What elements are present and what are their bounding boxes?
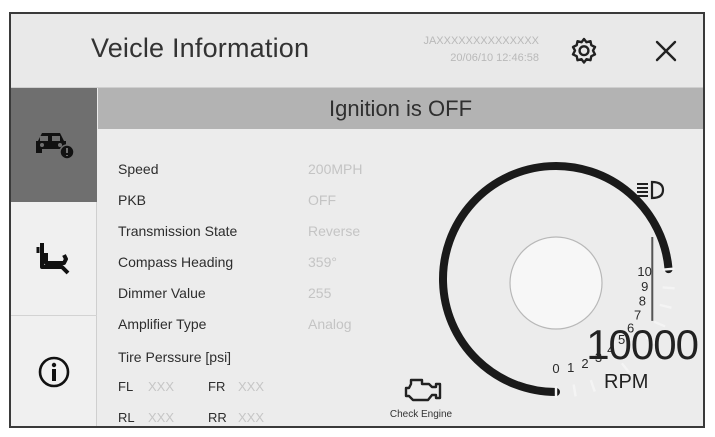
amplifier-value: Analog <box>308 316 352 332</box>
dimmer-label: Dimmer Value <box>118 285 206 301</box>
amplifier-label: Amplifier Type <box>118 316 207 332</box>
tire-fr-label: FR <box>208 379 226 394</box>
check-engine-icon <box>404 378 442 402</box>
check-engine-label: Check Engine <box>389 409 453 420</box>
vehicle-info-window: Veicle Information JAXXXXXXXXXXXXXX 20/0… <box>9 12 705 428</box>
headlight-icon <box>637 180 665 200</box>
dimmer-value: 255 <box>308 285 332 301</box>
rpm-tick <box>572 384 577 397</box>
tire-fr-value: XXX <box>238 379 265 394</box>
rpm-tick <box>662 267 675 271</box>
compass-label: Compass Heading <box>118 254 234 270</box>
page-title: Veicle Information <box>91 33 310 63</box>
sidebar-item-info[interactable] <box>11 316 97 426</box>
tire-rl: RL XXX <box>118 410 174 425</box>
gauge-center-dial <box>509 236 603 330</box>
compass-value: 359° <box>308 254 337 270</box>
rpm-tick-label: 9 <box>641 279 648 294</box>
tire-pressure-title: Tire Perssure [psi] <box>118 349 232 365</box>
sidebar-item-vehicle[interactable] <box>11 88 97 202</box>
rpm-tick <box>662 286 675 290</box>
tire-fl-label: FL <box>118 379 134 394</box>
tire-rr-label: RR <box>208 410 227 425</box>
tire-rr: RR XXX <box>208 410 264 425</box>
speed-label: Speed <box>118 161 159 177</box>
pkb-value: OFF <box>308 192 336 208</box>
rpm-unit: RPM <box>604 371 649 393</box>
ignition-status-banner: Ignition is OFF <box>98 88 703 129</box>
tire-fl: FL XXX <box>118 379 174 394</box>
rpm-tick-label: 10 <box>637 264 651 279</box>
rpm-value: 10000 <box>586 321 699 368</box>
tire-rl-value: XXX <box>148 410 175 425</box>
gear-icon <box>571 37 597 64</box>
vin-number: JAXXXXXXXXXXXXXX <box>423 35 539 47</box>
transmission-value: Reverse <box>308 223 361 239</box>
header-bar: Veicle Information JAXXXXXXXXXXXXXX 20/0… <box>11 14 703 88</box>
close-button[interactable] <box>649 34 683 68</box>
tire-rl-label: RL <box>118 410 135 425</box>
pkb-label: PKB <box>118 192 147 208</box>
speed-value: 200MPH <box>308 161 363 177</box>
settings-button[interactable] <box>567 34 601 68</box>
transmission-label: Transmission State <box>118 223 238 239</box>
tire-fr: FR XXX <box>208 379 264 394</box>
timestamp: 20/06/10 12:46:58 <box>450 52 539 64</box>
vehicle-info-panel: Speed 200MPH PKB OFF Transmission State … <box>98 129 703 426</box>
info-icon <box>38 356 70 388</box>
vin-datetime: JAXXXXXXXXXXXXXX 20/06/10 12:46:58 <box>329 33 539 67</box>
close-icon <box>655 40 677 62</box>
rpm-tick <box>589 379 596 392</box>
rpm-tick-label: 8 <box>639 294 646 309</box>
rpm-tick <box>659 303 672 309</box>
seat-icon <box>36 242 70 274</box>
sidebar-item-seat[interactable] <box>11 202 97 316</box>
tire-fl-value: XXX <box>148 379 175 394</box>
sidebar <box>11 88 97 426</box>
vehicle-info-icon <box>36 133 75 160</box>
rpm-gauge-hub <box>509 236 654 330</box>
tire-rr-value: XXX <box>238 410 265 425</box>
